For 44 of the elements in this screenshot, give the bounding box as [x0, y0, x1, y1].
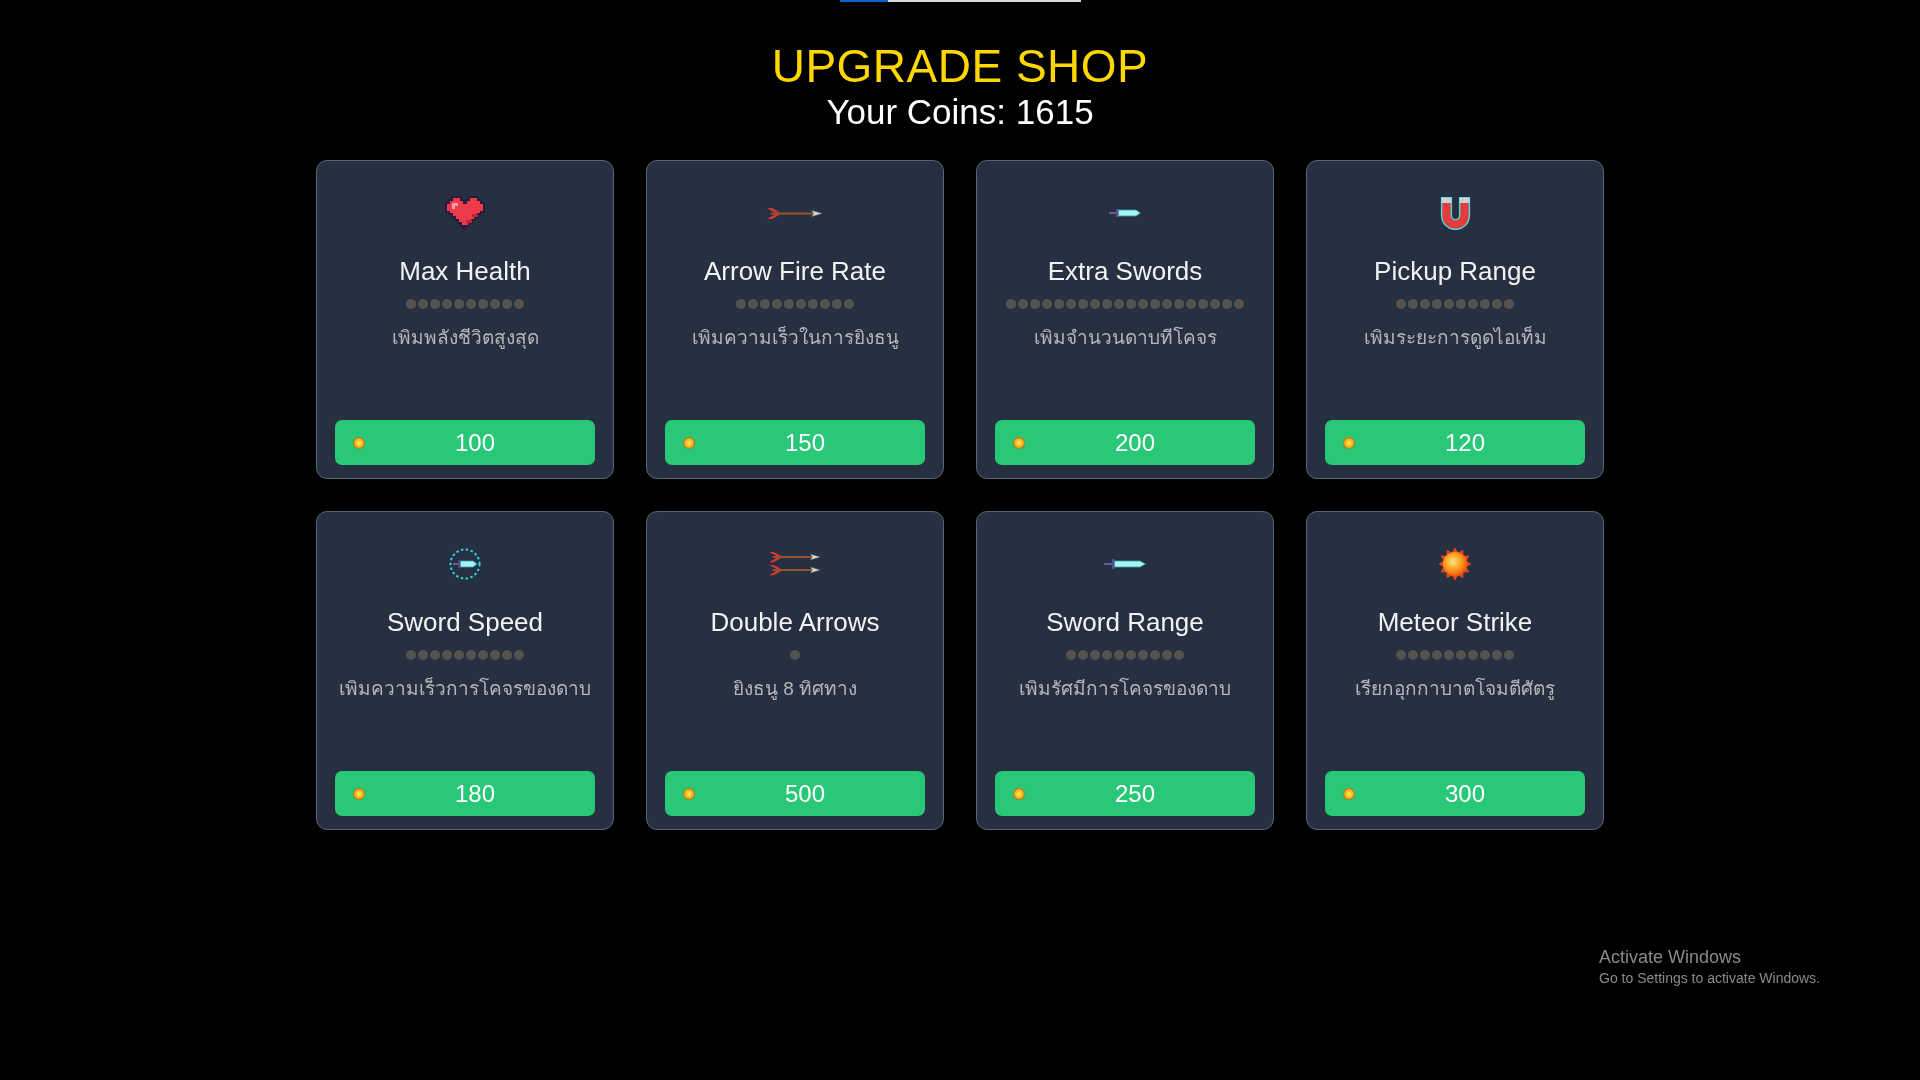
upgrade-name: Max Health [399, 256, 531, 286]
shop-title: UPGRADE SHOP [771, 40, 1149, 92]
coin-icon [1013, 787, 1025, 800]
upgrade-name: Extra Swords [1047, 256, 1203, 286]
upgrade-name: Double Arrows [710, 607, 880, 637]
upgrade-name: Sword Speed [386, 607, 544, 637]
coin-icon [1013, 436, 1025, 449]
heart-icon [445, 196, 485, 230]
buy-button[interactable]: 100 [335, 420, 595, 465]
buy-button[interactable]: 200 [995, 420, 1255, 465]
upgrade-description: เพิมความเร็วการโคจรของดาบ [339, 676, 591, 701]
coin-icon [353, 436, 365, 449]
buy-button[interactable]: 150 [665, 420, 925, 465]
activation-title: Activate Windows [1599, 946, 1743, 969]
activation-hint: Go to Settings to activate Windows. [1599, 969, 1820, 987]
buy-button[interactable]: 180 [335, 771, 595, 816]
upgrade-description: เพิมจำนวนดาบทีโคจร [1033, 325, 1217, 350]
sword-icon [1104, 558, 1146, 570]
buy-button[interactable]: 300 [1325, 771, 1585, 816]
upgrade-description: เรียกอุกกาบาตโจมตีศัตรู [1355, 676, 1555, 702]
upgrade-name: Sword Range [1046, 607, 1204, 637]
sword-icon [1109, 208, 1141, 218]
sword-ring-icon [449, 548, 481, 580]
upgrade-description: เพิมรัศมีการโคจรของดาบ [1019, 676, 1231, 701]
buy-button[interactable]: 250 [995, 771, 1255, 816]
buy-button[interactable]: 500 [665, 771, 925, 816]
buy-button[interactable]: 120 [1325, 420, 1585, 465]
magnet-icon [1439, 196, 1471, 230]
upgrade-name: Arrow Fire Rate [703, 256, 886, 286]
double-arrow-icon [769, 551, 821, 577]
coin-icon [1343, 436, 1355, 449]
upgrade-name: Meteor Strike [1377, 607, 1533, 637]
coin-balance: Your Coins: 1615 [826, 92, 1094, 132]
upgrade-description: เพิมความเร็วในการยิงธนู [691, 325, 899, 351]
coin-icon [1343, 787, 1355, 800]
upgrade-description: เพิมพลังชีวิตสูงสุด [391, 326, 539, 351]
upgrade-description: เพิมระยะการดูดไอเท็ม [1363, 325, 1547, 351]
coin-icon [353, 787, 365, 800]
coin-icon [683, 787, 695, 800]
arrow-icon [767, 206, 823, 220]
upgrade-description: ยิงธนู 8 ทิศทาง [732, 677, 858, 702]
coin-icon [683, 436, 695, 449]
upgrade-name: Pickup Range [1374, 256, 1536, 286]
fireball-icon [1438, 547, 1472, 581]
